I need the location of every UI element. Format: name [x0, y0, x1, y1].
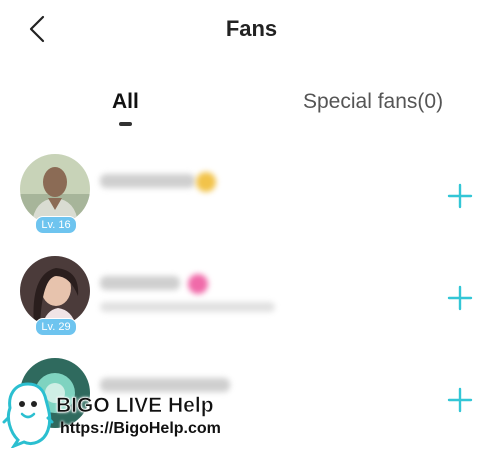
page-title: Fans: [225, 16, 278, 41]
list-item[interactable]: Lv. 16: [0, 148, 503, 248]
bio-blurred: [100, 302, 275, 312]
active-tab-indicator: [119, 122, 132, 126]
plus-icon: [447, 387, 473, 413]
list-item[interactable]: Lv. 29: [0, 250, 503, 350]
follow-button[interactable]: [446, 182, 474, 210]
username-blurred: [100, 276, 180, 290]
bigo-mascot-icon: [2, 382, 54, 448]
username-blurred: [100, 174, 195, 188]
watermark-url: https://BigoHelp.com: [60, 420, 221, 437]
follow-button[interactable]: [446, 386, 474, 414]
tab-all[interactable]: All: [112, 90, 139, 114]
plus-icon: [447, 285, 473, 311]
tab-bar: All Special fans(0): [0, 84, 503, 132]
avatar[interactable]: [20, 154, 90, 224]
username-emoji-blurred: [188, 274, 208, 294]
avatar[interactable]: [20, 256, 90, 326]
username-emoji-blurred: [196, 172, 216, 192]
watermark: BIGO LIVE Help https://BigoHelp.com: [0, 372, 260, 450]
level-badge: Lv. 16: [35, 216, 77, 234]
follow-button[interactable]: [446, 284, 474, 312]
watermark-title: BIGO LIVE Help: [56, 394, 214, 418]
top-bar: Fans: [0, 0, 503, 62]
tab-special-fans[interactable]: Special fans(0): [303, 90, 443, 114]
level-badge: Lv. 29: [35, 318, 77, 336]
plus-icon: [447, 183, 473, 209]
